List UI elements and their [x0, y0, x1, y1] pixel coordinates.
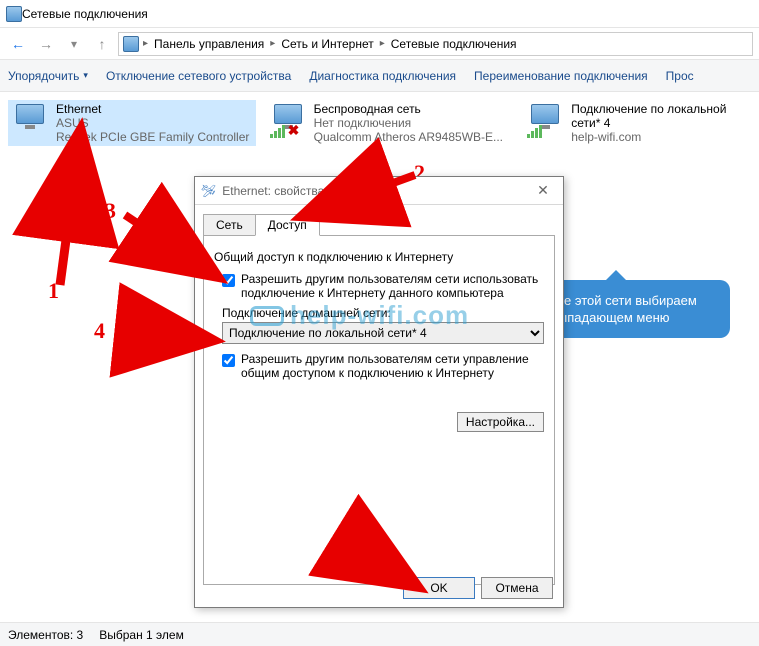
connection-ethernet[interactable]: Ethernet ASUS Realtek PCIe GBE Family Co…	[8, 100, 256, 146]
allow-sharing-label: Разрешить другим пользователям сети испо…	[241, 272, 544, 300]
status-bar: Элементов: 3 Выбран 1 элем	[0, 622, 759, 646]
group-title: Общий доступ к подключению к Интернету	[214, 250, 544, 264]
ok-button[interactable]: OK	[403, 577, 475, 599]
chevron-right-icon: ▸	[143, 38, 148, 49]
window-titlebar: Сетевые подключения	[0, 0, 759, 28]
breadcrumb[interactable]: Сеть и Интернет	[279, 37, 375, 51]
breadcrumb[interactable]: Панель управления	[152, 37, 266, 51]
connection-status: ASUS	[56, 116, 254, 130]
allow-sharing-checkbox[interactable]	[222, 274, 235, 287]
shield-icon: 🛩	[201, 184, 216, 198]
window-title: Сетевые подключения	[22, 7, 148, 21]
nav-back-button[interactable]: ←	[6, 32, 30, 56]
tab-network[interactable]: Сеть	[203, 214, 256, 236]
annotation-number-3: 3	[105, 198, 116, 224]
connection-status: Нет подключения	[314, 116, 512, 130]
dialog-titlebar: 🛩 Ethernet: свойства ✕	[195, 177, 563, 205]
status-selected: Выбран 1 элем	[99, 628, 184, 642]
disconnected-icon: ✖	[288, 122, 300, 139]
properties-button[interactable]: Прос	[666, 69, 694, 83]
control-panel-icon	[6, 6, 22, 22]
address-path[interactable]: ▸ Панель управления ▸ Сеть и Интернет ▸ …	[118, 32, 753, 56]
connection-name: Подключение по локальной сети* 4	[571, 102, 749, 130]
diagnose-button[interactable]: Диагностика подключения	[309, 69, 456, 83]
dialog-tabs: Сеть Доступ	[203, 214, 555, 236]
dialog-title: Ethernet: свойства	[222, 184, 324, 198]
organize-menu[interactable]: Упорядочить ▾	[8, 69, 88, 83]
status-elements: Элементов: 3	[8, 628, 83, 642]
connection-name: Ethernet	[56, 102, 254, 116]
home-network-select[interactable]: Подключение по локальной сети* 4	[222, 322, 544, 344]
nav-forward-button[interactable]: →	[34, 32, 58, 56]
connection-device: Qualcomm Atheros AR9485WB-E...	[314, 130, 512, 144]
tab-access[interactable]: Доступ	[255, 214, 320, 236]
home-network-label: Подключение домашней сети:	[222, 306, 544, 320]
network-adapter-icon	[525, 102, 565, 142]
disable-device-button[interactable]: Отключение сетевого устройства	[106, 69, 291, 83]
address-bar: ← → ▾ ↑ ▸ Панель управления ▸ Сеть и Инт…	[0, 28, 759, 60]
annotation-number-1: 1	[48, 278, 59, 304]
allow-control-checkbox[interactable]	[222, 354, 235, 367]
chevron-right-icon: ▸	[380, 38, 385, 49]
rename-button[interactable]: Переименование подключения	[474, 69, 648, 83]
network-adapter-icon	[10, 102, 50, 142]
settings-button[interactable]: Настройка...	[457, 412, 544, 432]
toolbar-label: Упорядочить	[8, 69, 79, 83]
connection-local-4[interactable]: Подключение по локальной сети* 4 help-wi…	[523, 100, 751, 146]
breadcrumb[interactable]: Сетевые подключения	[389, 37, 519, 51]
tab-panel-access: Общий доступ к подключению к Интернету Р…	[203, 235, 555, 585]
connection-device: Realtek PCIe GBE Family Controller	[56, 130, 254, 144]
control-panel-icon	[123, 36, 139, 52]
network-adapter-icon: ✖	[268, 102, 308, 142]
nav-up-button[interactable]: ↑	[90, 32, 114, 56]
properties-dialog: 🛩 Ethernet: свойства ✕ Сеть Доступ Общий…	[194, 176, 564, 608]
connection-name: Беспроводная сеть	[314, 102, 512, 116]
chevron-right-icon: ▸	[270, 38, 275, 49]
chevron-down-icon: ▾	[83, 70, 88, 81]
connection-wireless[interactable]: ✖ Беспроводная сеть Нет подключения Qual…	[266, 100, 514, 146]
connection-status: help-wifi.com	[571, 130, 749, 144]
close-button[interactable]: ✕	[529, 181, 557, 201]
nav-recent-button[interactable]: ▾	[62, 32, 86, 56]
annotation-number-4: 4	[94, 318, 105, 344]
toolbar: Упорядочить ▾ Отключение сетевого устрой…	[0, 60, 759, 92]
cancel-button[interactable]: Отмена	[481, 577, 553, 599]
allow-control-label: Разрешить другим пользователям сети упра…	[241, 352, 544, 380]
